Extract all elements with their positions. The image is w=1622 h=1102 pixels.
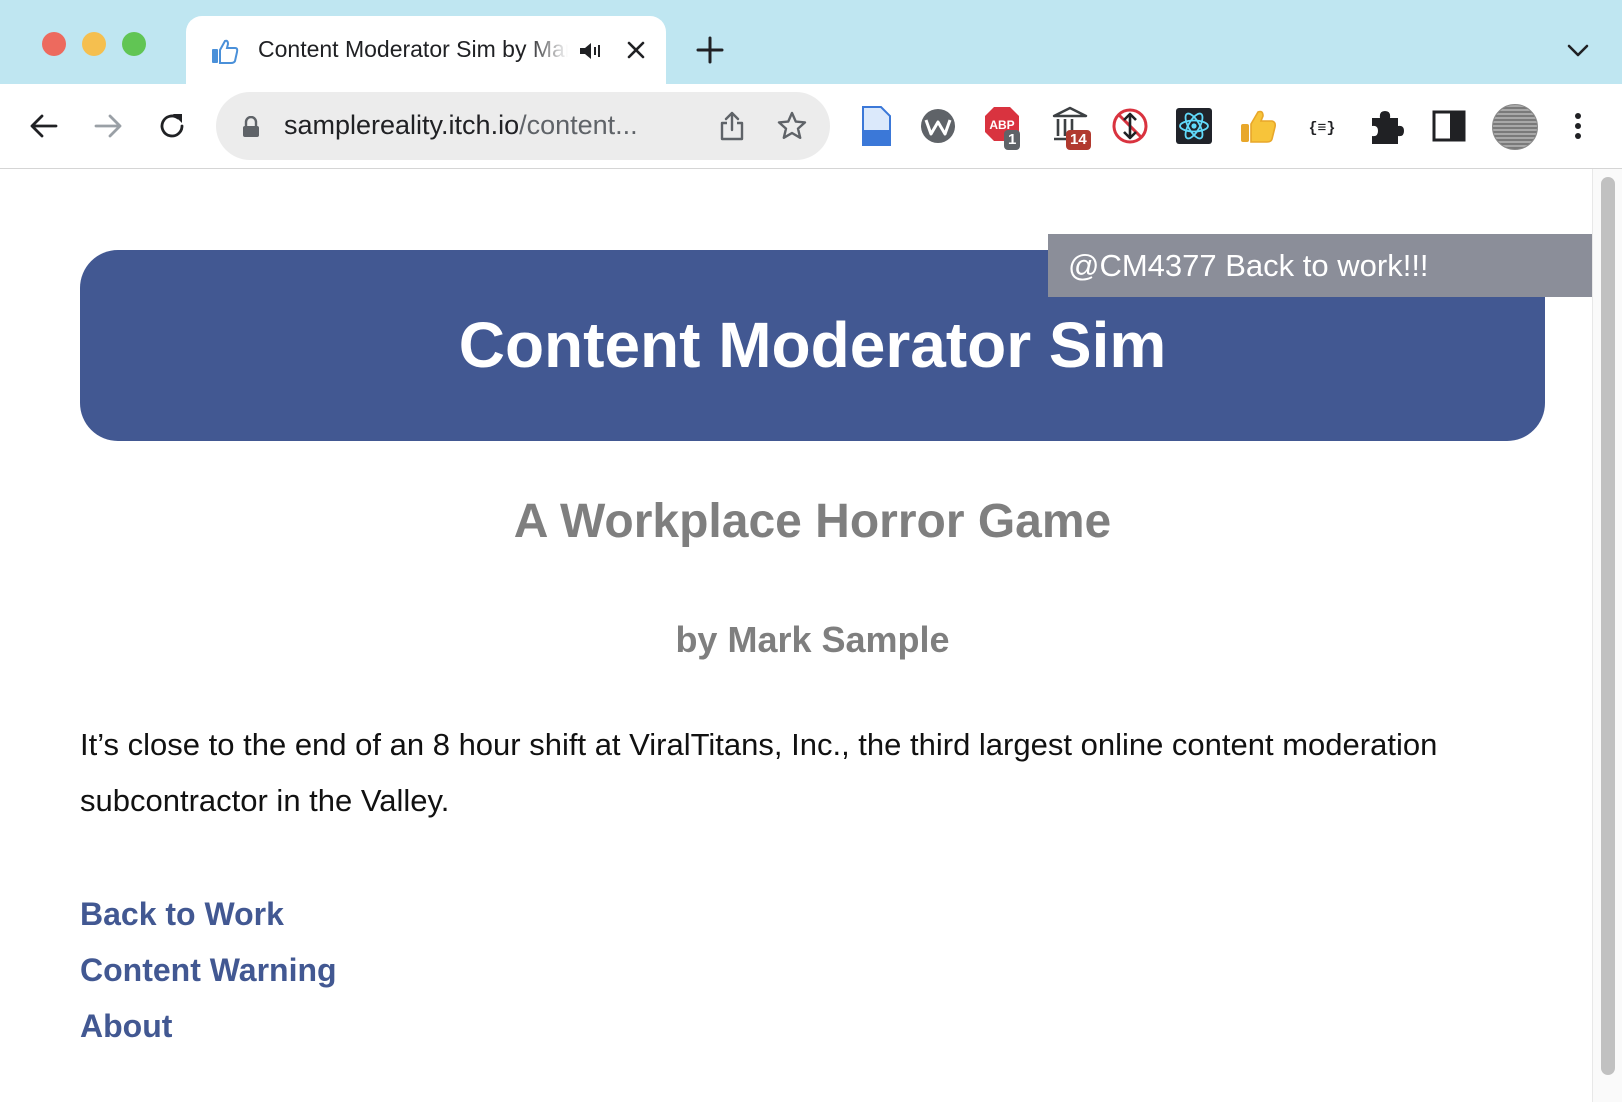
close-tab-icon[interactable] xyxy=(622,36,650,64)
new-tab-plus-icon[interactable] xyxy=(694,34,726,66)
thumbs-up-favicon-icon xyxy=(212,39,239,64)
about-link[interactable]: About xyxy=(80,998,337,1054)
page-content: Content Moderator Sim @CM4377 Back to wo… xyxy=(0,169,1592,1102)
speaker-icon[interactable] xyxy=(578,40,604,62)
chevron-down-icon[interactable] xyxy=(1564,38,1592,62)
game-subtitle: A Workplace Horror Game xyxy=(513,495,1112,548)
scrollbar-thumb[interactable] xyxy=(1601,177,1615,1075)
thumbs-up-extension-icon[interactable] xyxy=(1238,104,1278,148)
share-icon[interactable] xyxy=(718,110,746,142)
document-extension-icon[interactable] xyxy=(856,104,896,148)
back-arrow-icon[interactable] xyxy=(24,106,64,146)
browser-toolbar: samplereality.itch.io/content... ABP 1 1… xyxy=(0,84,1622,169)
blocked-arrows-extension-icon[interactable] xyxy=(1110,104,1150,148)
url-path: /content... xyxy=(519,110,638,140)
notification-toast: @CM4377 Back to work!!! xyxy=(1048,234,1592,297)
intro-paragraph: It’s close to the end of an 8 hour shift… xyxy=(80,727,1438,818)
active-tab[interactable]: Content Moderator Sim by Mark Sample xyxy=(186,16,666,84)
bookmark-star-icon[interactable] xyxy=(776,110,808,142)
url-text[interactable]: samplereality.itch.io/content... xyxy=(284,110,694,141)
author-byline: by Mark Sample xyxy=(675,619,950,660)
w-extension-icon[interactable] xyxy=(918,104,958,148)
fullscreen-window-button[interactable] xyxy=(122,32,146,56)
browser-window: Content Moderator Sim by Mark Sample xyxy=(0,0,1622,1102)
kebab-menu-icon[interactable] xyxy=(1558,104,1598,148)
tab-strip: Content Moderator Sim by Mark Sample xyxy=(0,0,1622,84)
notification-text: @CM4377 Back to work!!! xyxy=(1068,248,1429,283)
json-extension-icon[interactable]: {≡} xyxy=(1302,104,1342,148)
content-warning-link[interactable]: Content Warning xyxy=(80,942,337,998)
svg-text:{≡}: {≡} xyxy=(1308,120,1335,137)
vertical-scrollbar[interactable] xyxy=(1592,169,1622,1102)
address-bar[interactable]: samplereality.itch.io/content... xyxy=(216,92,830,160)
side-panel-icon[interactable] xyxy=(1430,104,1470,148)
profile-avatar[interactable] xyxy=(1492,104,1538,150)
react-devtools-extension-icon[interactable] xyxy=(1174,104,1214,148)
url-host: samplereality.itch.io xyxy=(284,110,520,140)
forward-arrow-icon[interactable] xyxy=(88,106,128,146)
adblock-badge: 1 xyxy=(1004,130,1021,150)
close-window-button[interactable] xyxy=(42,32,66,56)
minimize-window-button[interactable] xyxy=(82,32,106,56)
tab-title: Content Moderator Sim by Mark Sample xyxy=(258,36,568,63)
lock-icon[interactable] xyxy=(242,116,260,138)
museum-badge: 14 xyxy=(1066,130,1091,150)
adblock-extension[interactable]: ABP 1 xyxy=(982,104,1030,152)
museum-extension[interactable]: 14 xyxy=(1050,104,1102,152)
reload-icon[interactable] xyxy=(152,106,192,146)
story-links: Back to Work Content Warning About xyxy=(80,886,337,1054)
back-to-work-link[interactable]: Back to Work xyxy=(80,886,337,942)
puzzle-extensions-icon[interactable] xyxy=(1366,104,1406,148)
